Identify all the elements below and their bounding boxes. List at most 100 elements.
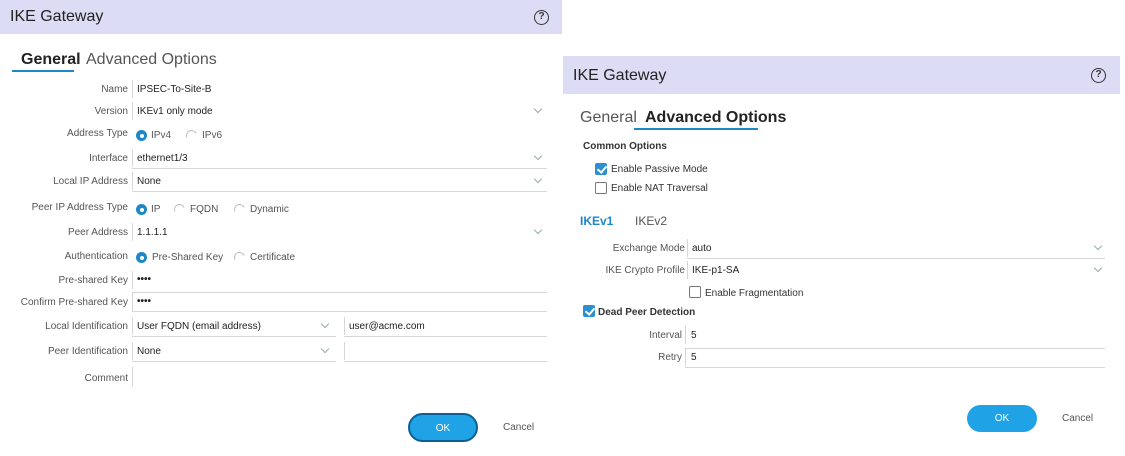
field-underline — [132, 336, 336, 337]
field-divider — [132, 271, 133, 289]
radio-pre-shared-key[interactable] — [136, 252, 147, 263]
authentication-label: Authentication — [64, 251, 128, 262]
interface-select[interactable]: ethernet1/3 — [137, 153, 188, 164]
dead-peer-label: Dead Peer Detection — [598, 307, 696, 318]
radio-ip[interactable] — [136, 204, 147, 215]
chevron-down-icon[interactable] — [1093, 241, 1103, 251]
field-underline — [132, 292, 547, 293]
help-icon[interactable]: ? — [534, 10, 549, 25]
field-divider — [132, 367, 133, 387]
chevron-down-icon[interactable] — [533, 174, 543, 184]
ike-gateway-dialog-advanced: IKE Gateway ? General Advanced Options C… — [563, 56, 1125, 456]
radio-dynamic-label: Dynamic — [250, 204, 289, 215]
radio-fqdn-label: FQDN — [190, 204, 219, 215]
peer-address-select[interactable]: 1.1.1.1 — [137, 227, 168, 238]
local-ip-label: Local IP Address — [53, 176, 128, 187]
dead-peer-checkbox[interactable] — [583, 305, 595, 317]
field-divider — [132, 317, 133, 335]
local-id-value-field[interactable]: user@acme.com — [349, 321, 425, 332]
chevron-down-icon[interactable] — [533, 104, 543, 114]
fragmentation-label: Enable Fragmentation — [705, 288, 804, 299]
version-select[interactable]: IKEv1 only mode — [137, 106, 213, 117]
psk-field[interactable]: •••• — [137, 274, 151, 285]
name-label: Name — [101, 84, 128, 95]
nat-traversal-checkbox[interactable] — [595, 182, 607, 194]
retry-field[interactable]: 5 — [691, 352, 697, 363]
field-underline — [344, 361, 547, 362]
active-tab-underline — [634, 128, 758, 130]
dialog-title: IKE Gateway — [10, 8, 104, 25]
cancel-button[interactable]: Cancel — [1062, 413, 1093, 424]
tab-general[interactable]: General — [580, 109, 637, 127]
peer-id-label: Peer Identification — [47, 346, 128, 357]
field-underline — [687, 258, 1105, 259]
field-divider — [344, 342, 345, 360]
field-divider — [132, 223, 133, 241]
field-divider — [132, 80, 133, 98]
peer-id-type-select[interactable]: None — [137, 346, 161, 357]
confirm-psk-field[interactable]: •••• — [137, 296, 151, 307]
field-divider — [344, 317, 345, 335]
crypto-profile-select[interactable]: IKE-p1-SA — [692, 265, 739, 276]
radio-certificate-label: Certificate — [250, 252, 296, 263]
field-divider — [132, 172, 133, 190]
field-underline — [685, 348, 1105, 349]
psk-label: Pre-shared Key — [58, 275, 128, 286]
field-divider — [132, 102, 133, 120]
radio-certificate[interactable] — [232, 250, 247, 265]
field-divider — [132, 342, 133, 360]
radio-ip-label: IP — [151, 204, 161, 215]
radio-ipv4-label: IPv4 — [151, 130, 172, 141]
dialog-title: IKE Gateway — [573, 67, 667, 84]
subtab-ikev2[interactable]: IKEv2 — [635, 214, 667, 228]
interval-field[interactable]: 5 — [691, 330, 697, 341]
interface-label: Interface — [89, 153, 128, 164]
passive-mode-label: Enable Passive Mode — [611, 164, 708, 175]
exchange-mode-label: Exchange Mode — [612, 243, 685, 254]
radio-ipv6-label: IPv6 — [202, 130, 223, 141]
chevron-down-icon[interactable] — [533, 151, 543, 161]
field-underline — [344, 336, 547, 337]
field-divider — [685, 348, 686, 366]
ok-button[interactable]: OK — [967, 405, 1037, 432]
address-type-label: Address Type — [67, 128, 128, 139]
cancel-button[interactable]: Cancel — [503, 422, 534, 433]
nat-traversal-label: Enable NAT Traversal — [611, 183, 708, 194]
version-label: Version — [94, 106, 128, 117]
subtab-ikev1[interactable]: IKEv1 — [580, 214, 613, 228]
exchange-mode-select[interactable]: auto — [692, 243, 711, 254]
field-divider — [685, 326, 686, 344]
chevron-down-icon[interactable] — [533, 225, 543, 235]
local-id-label: Local Identification — [45, 321, 128, 332]
chevron-down-icon[interactable] — [320, 344, 330, 354]
radio-dynamic[interactable] — [232, 202, 247, 217]
comment-label: Comment — [84, 373, 128, 384]
field-divider — [687, 261, 688, 279]
local-ip-select[interactable]: None — [137, 176, 161, 187]
radio-ipv4[interactable] — [136, 130, 147, 141]
field-divider — [132, 293, 133, 311]
chevron-down-icon[interactable] — [1093, 263, 1103, 273]
confirm-psk-label: Confirm Pre-shared Key — [20, 297, 128, 308]
tab-advanced-options[interactable]: Advanced Options — [645, 109, 786, 127]
radio-ipv6[interactable] — [184, 128, 199, 143]
tab-advanced-options[interactable]: Advanced Options — [86, 51, 217, 69]
radio-fqdn[interactable] — [172, 202, 187, 217]
field-divider — [132, 149, 133, 167]
field-divider — [687, 239, 688, 257]
local-id-type-select[interactable]: User FQDN (email address) — [137, 321, 261, 332]
ike-gateway-dialog-general: IKE Gateway ? General Advanced Options N… — [0, 0, 562, 456]
dialog-titlebar: IKE Gateway ? — [0, 0, 562, 34]
common-options-heading: Common Options — [583, 141, 667, 152]
field-underline — [132, 191, 547, 192]
peer-address-label: Peer Address — [67, 227, 128, 238]
crypto-profile-label: IKE Crypto Profile — [605, 265, 685, 276]
name-field[interactable]: IPSEC-To-Site-B — [137, 84, 211, 95]
tab-general[interactable]: General — [21, 51, 81, 69]
chevron-down-icon[interactable] — [320, 319, 330, 329]
field-underline — [132, 361, 336, 362]
fragmentation-checkbox[interactable] — [689, 286, 701, 298]
ok-button[interactable]: OK — [408, 413, 478, 442]
help-icon[interactable]: ? — [1091, 68, 1106, 83]
passive-mode-checkbox[interactable] — [595, 163, 607, 175]
